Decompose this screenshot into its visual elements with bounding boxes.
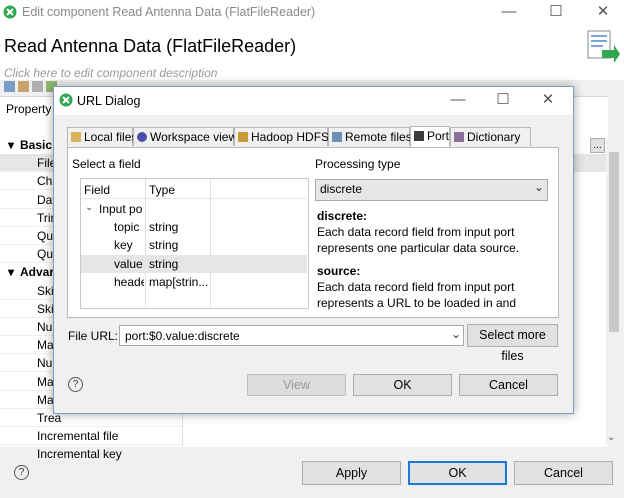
select-field-label: Select a field: [72, 157, 141, 171]
table-header-divider: [81, 198, 307, 199]
minimize-button[interactable]: —: [497, 2, 521, 22]
scrollbar-thumb[interactable]: [609, 152, 619, 332]
description-hint[interactable]: Click here to edit component description: [4, 66, 217, 80]
tab-local-files[interactable]: Local files: [67, 127, 137, 146]
input-port-group[interactable]: Input po: [99, 202, 142, 216]
dictionary-icon: [454, 132, 464, 142]
table-header-type: Type: [149, 183, 176, 197]
chevron-down-icon[interactable]: ▾: [8, 265, 14, 279]
field-type: string: [149, 220, 179, 234]
workspace-icon: [137, 132, 147, 142]
row-divider: [0, 462, 182, 464]
hadoop-icon: [238, 132, 248, 142]
table-row[interactable]: heade map[strin...: [81, 273, 307, 291]
property-row[interactable]: Incremental file: [0, 427, 608, 446]
field-name: key: [114, 238, 133, 253]
cloverdx-logo-icon: [3, 5, 17, 19]
port-icon: [414, 131, 424, 141]
view-button[interactable]: View: [247, 374, 346, 396]
source-description: Each data record field from input port r…: [317, 280, 517, 310]
ok-button[interactable]: OK: [408, 461, 507, 485]
dialog-help-icon[interactable]: ?: [68, 377, 83, 392]
maximize-button[interactable]: ☐: [544, 2, 568, 22]
table-header-field: Field: [84, 183, 111, 197]
window-title: Edit component Read Antenna Data (FlatFi…: [22, 5, 316, 19]
dialog-logo-icon: [59, 93, 73, 107]
remote-icon: [332, 132, 342, 142]
property-label: Incremental file: [37, 429, 119, 444]
dialog-close-button[interactable]: ✕: [536, 90, 560, 110]
table-row[interactable]: value string: [81, 254, 307, 273]
copy-icon[interactable]: [4, 81, 15, 92]
table-row[interactable]: key string: [81, 236, 307, 254]
edit-icon[interactable]: [32, 81, 43, 92]
folder-icon: [71, 132, 81, 142]
chevron-down-icon: ⌄: [534, 180, 545, 194]
tab-workspace-view[interactable]: Workspace view: [133, 127, 238, 146]
dialog-title: URL Dialog: [77, 94, 141, 108]
scroll-down-arrow-icon[interactable]: ⌄: [607, 432, 615, 443]
select-more-files-button[interactable]: Select more files: [467, 324, 558, 363]
processing-type-value: discrete: [320, 182, 363, 196]
help-icon[interactable]: ?: [14, 465, 29, 480]
field-name: heade: [114, 274, 144, 289]
tab-label: Port: [427, 129, 450, 143]
property-column-header: Property: [6, 102, 52, 116]
tab-label: Remote files: [345, 130, 412, 144]
file-url-label: File URL:: [68, 329, 119, 343]
field-type: string: [149, 238, 179, 253]
dialog-cancel-button[interactable]: Cancel: [459, 374, 558, 396]
tab-label: Local files: [84, 130, 138, 144]
close-button[interactable]: ✕: [591, 2, 615, 22]
chevron-down-icon[interactable]: ▾: [8, 138, 14, 152]
discrete-description: Each data record field from input port r…: [317, 225, 520, 255]
field-type: string: [149, 256, 179, 271]
tab-port[interactable]: Port: [410, 126, 450, 147]
tab-dictionary[interactable]: Dictionary: [450, 127, 531, 146]
reader-component-icon: [587, 30, 620, 63]
discrete-title: discrete:: [317, 209, 368, 223]
field-name: value: [114, 256, 143, 271]
component-heading: Read Antenna Data (FlatFileReader): [4, 36, 297, 56]
apply-button[interactable]: Apply: [302, 461, 401, 485]
property-label: Incremental key: [37, 447, 122, 462]
tab-label: Dictionary: [467, 130, 521, 144]
file-url-value: port:$0.value:discrete: [125, 329, 240, 343]
source-title: source:: [317, 264, 361, 278]
browse-button[interactable]: ...: [590, 138, 605, 153]
dialog-minimize-button[interactable]: —: [446, 90, 470, 110]
cancel-button[interactable]: Cancel: [514, 461, 613, 485]
tab-label: Hadoop HDFS: [251, 130, 330, 144]
tab-remote-files[interactable]: Remote files: [328, 127, 412, 146]
dialog-maximize-button[interactable]: ☐: [491, 90, 515, 110]
processing-type-label: Processing type: [315, 157, 401, 171]
tab-hadoop-hdfs[interactable]: Hadoop HDFS: [234, 127, 330, 146]
chevron-down-icon[interactable]: ⌄: [451, 327, 461, 341]
dialog-ok-button[interactable]: OK: [353, 374, 452, 396]
table-row[interactable]: topic string: [81, 218, 307, 236]
field-type: map[strin...: [149, 274, 209, 289]
chevron-down-icon[interactable]: ⌄: [85, 202, 93, 213]
paste-icon[interactable]: [18, 81, 29, 92]
tab-label: Workspace view: [150, 130, 238, 144]
field-name: topic: [114, 220, 140, 234]
